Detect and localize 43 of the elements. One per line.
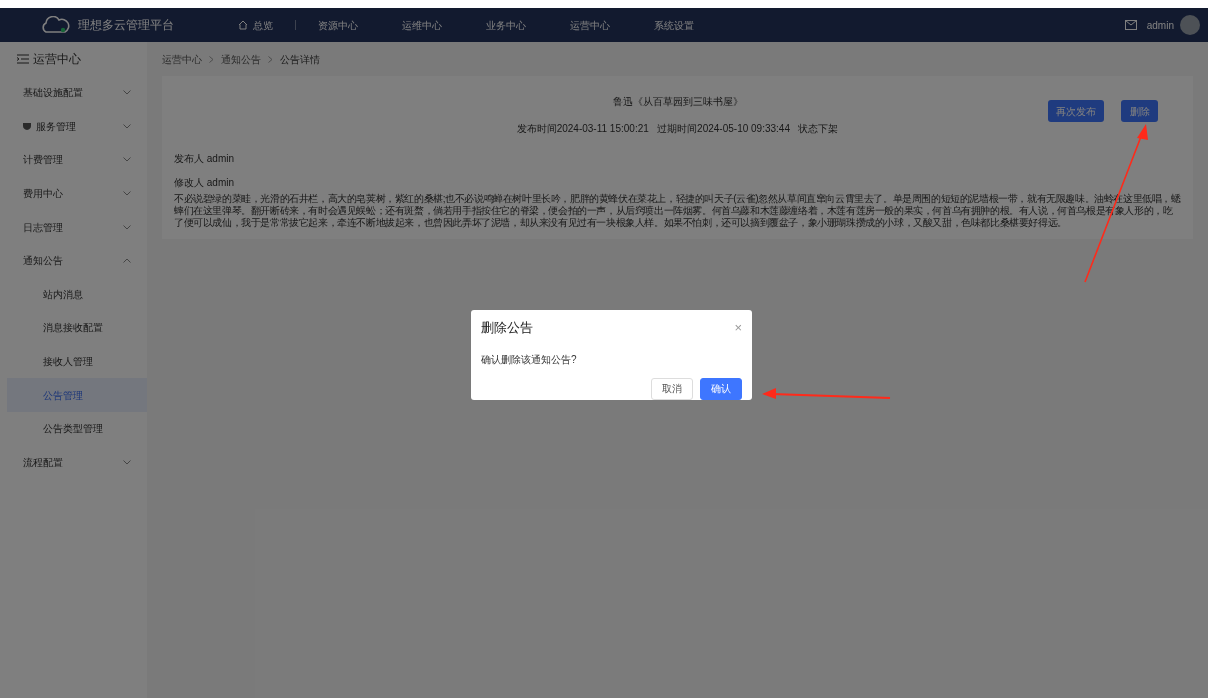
sidebar-group[interactable]: 计费管理 [23,152,63,168]
sidebar-group[interactable]: 服务管理 [36,118,76,134]
breadcrumb-item[interactable]: 通知公告 [221,51,261,67]
publisher-text: 发布人 admin [174,153,234,164]
sidebar-item[interactable]: 消息接收配置 [7,311,147,345]
nav-link[interactable]: 资源中心 [296,17,380,33]
nav-link[interactable]: 运维中心 [380,17,464,33]
sidebar-group[interactable]: 费用中心 [23,186,63,202]
sidebar-group[interactable]: 日志管理 [23,219,63,235]
breadcrumb-item[interactable]: 运营中心 [162,51,202,67]
breadcrumb-item: 公告详情 [280,52,320,67]
menu-icon[interactable] [17,54,29,64]
mail-icon[interactable] [1124,20,1137,30]
nav-link[interactable]: 业务中心 [464,17,548,33]
notice-meta: 发布时间2024-03-11 15:00:21 过期时间2024-05-10 09:33:44 状态下架 [516,122,839,136]
notice-title: 鲁迅《从百草园到三味书屋》 [612,95,743,109]
nav-link[interactable]: 总览 [216,17,295,33]
sidebar-item[interactable]: 接收人管理 [7,344,147,379]
avatar[interactable] [1180,15,1200,35]
cloud-logo-icon [40,16,70,34]
user-name[interactable]: admin [1146,17,1174,33]
home-icon [238,20,248,30]
chevron-right-icon [209,55,214,63]
shield-icon [23,122,31,130]
notice-button[interactable]: 再次发布 [1048,100,1104,122]
brand-name: 理想多云管理平台 [78,17,174,34]
modifier-text: 修改人 admin [174,177,234,188]
notice-button[interactable]: 删除 [1121,100,1158,122]
nav-link[interactable]: 系统设置 [632,17,716,33]
dialog-title: 删除公告 [481,319,533,337]
sidebar-item[interactable]: 公告管理 [7,378,147,412]
sidebar-item[interactable]: 站内消息 [7,277,147,312]
sidebar-item[interactable]: 公告类型管理 [7,411,147,446]
sidebar-group[interactable]: 通知公告 [23,253,63,269]
nav-link[interactable]: 运营中心 [548,17,632,33]
sidebar-group[interactable]: 基础设施配置 [23,85,83,101]
cancel-button[interactable]: 取消 [651,377,693,400]
chevron-right-icon [268,55,273,63]
close-button[interactable]: × [734,321,742,335]
sidebar-title: 运营中心 [33,51,81,68]
confirm-button[interactable]: 确认 [700,377,742,400]
sidebar-group[interactable]: 流程配置 [23,454,63,470]
dialog-message: 确认删除该通知公告? [481,353,577,365]
